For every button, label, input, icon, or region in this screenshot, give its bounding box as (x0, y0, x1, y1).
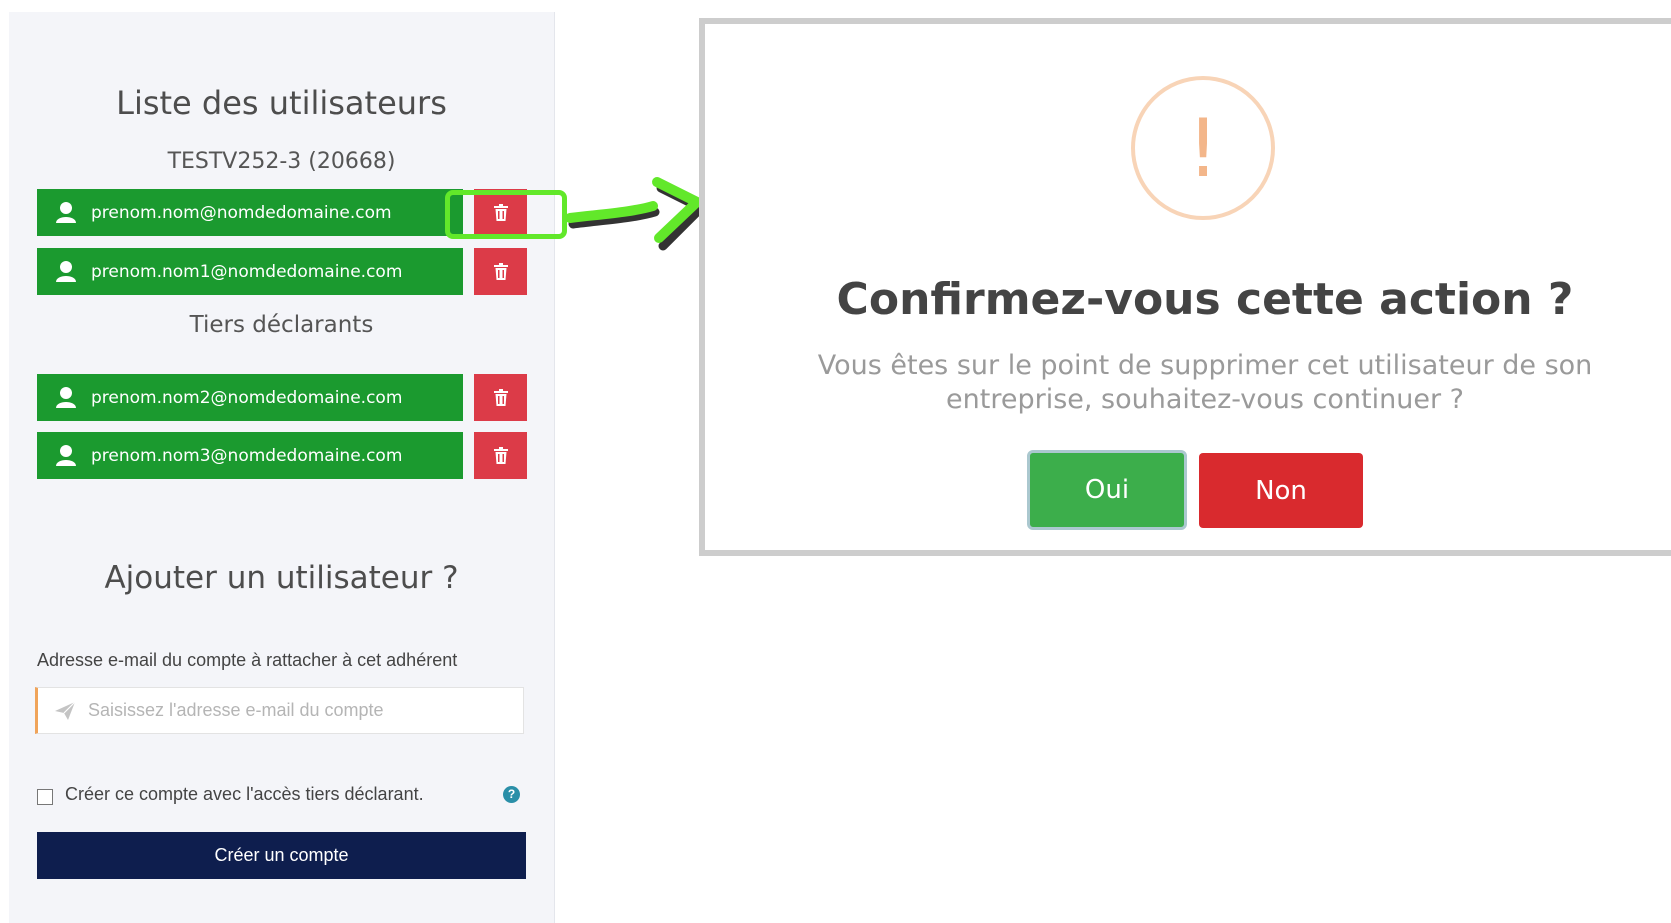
user-row[interactable]: prenom.nom3@nomdedomaine.com (37, 432, 463, 479)
delete-user-button[interactable] (474, 432, 527, 479)
user-email: prenom.nom2@nomdedomaine.com (91, 387, 403, 408)
user-icon (56, 444, 76, 466)
third-party-title: Tiers déclarants (189, 312, 374, 338)
user-row[interactable]: prenom.nom@nomdedomaine.com (37, 189, 463, 236)
email-field[interactable] (35, 687, 524, 734)
user-icon (56, 260, 76, 282)
dialog-message: Vous êtes sur le point de supprimer cet … (815, 349, 1595, 417)
confirm-no-button[interactable]: Non (1199, 453, 1363, 528)
arrow-icon (565, 177, 706, 251)
user-email: prenom.nom3@nomdedomaine.com (91, 445, 403, 466)
delete-user-button[interactable] (474, 248, 527, 295)
third-party-access-option[interactable]: Créer ce compte avec l'accès tiers décla… (37, 784, 424, 805)
trash-icon (493, 388, 508, 406)
user-icon (56, 386, 76, 408)
delete-user-button[interactable] (474, 374, 527, 421)
user-email: prenom.nom@nomdedomaine.com (91, 202, 392, 223)
trash-icon (493, 262, 508, 280)
warning-icon: ! (1131, 76, 1275, 220)
dialog-title: Confirmez-vous cette action ? (836, 274, 1574, 325)
dialog-message-line2: entreprise, souhaitez-vous continuer ? (946, 384, 1464, 415)
user-icon (56, 201, 76, 223)
email-input[interactable] (86, 699, 490, 722)
user-row[interactable]: prenom.nom2@nomdedomaine.com (37, 374, 463, 421)
create-account-button[interactable]: Créer un compte (37, 832, 526, 879)
confirm-yes-button[interactable]: Oui (1027, 450, 1187, 530)
question-icon[interactable]: ? (503, 786, 520, 803)
confirm-dialog: ! Confirmez-vous cette action ? Vous ête… (699, 18, 1671, 556)
company-name: TESTV252-3 (20668) (167, 149, 396, 174)
panel-title: Liste des utilisateurs (116, 84, 447, 122)
highlight-box (445, 190, 567, 239)
trash-icon (493, 446, 508, 464)
user-row[interactable]: prenom.nom1@nomdedomaine.com (37, 248, 463, 295)
user-email: prenom.nom1@nomdedomaine.com (91, 261, 403, 282)
third-party-checkbox[interactable] (37, 788, 53, 805)
checkbox-label: Créer ce compte avec l'accès tiers décla… (65, 784, 424, 804)
send-icon (55, 701, 76, 720)
email-label: Adresse e-mail du compte à rattacher à c… (37, 650, 458, 670)
add-user-title: Ajouter un utilisateur ? (104, 560, 459, 596)
dialog-message-line1: Vous êtes sur le point de supprimer cet … (817, 350, 1593, 381)
